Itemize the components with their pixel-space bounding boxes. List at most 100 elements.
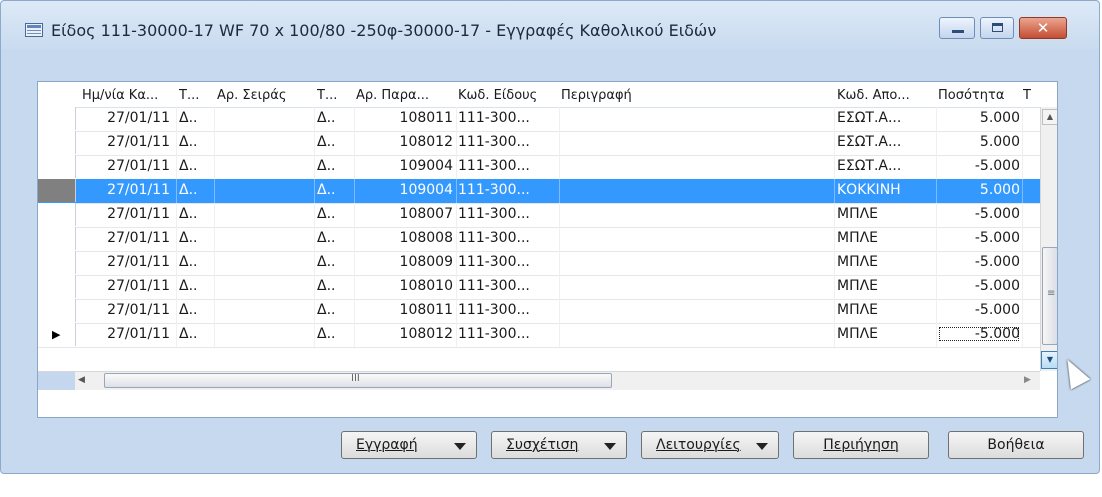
cell-quantity[interactable]: 5.000 [938,182,1020,198]
cell-location-code[interactable]: ΕΣΩΤ.Α... [837,158,935,174]
title-bar[interactable]: Είδος 111-30000-17 WF 70 x 100/80 -250φ-… [1,1,1099,49]
cell-document-no[interactable]: 108012 [356,134,453,150]
cell-document-type[interactable]: Δ.. [317,110,351,126]
cell-document-type[interactable]: Δ.. [317,134,351,150]
cell-posting-date[interactable]: 27/01/11 [82,278,170,294]
table-row[interactable]: 27/01/11 Δ.. Δ.. 109004 111-300... ΕΣΩΤ.Α... -… [38,155,1040,180]
cell-document-type[interactable]: Δ.. [317,326,351,342]
column-header-quantity[interactable]: Ποσότητα [938,88,1018,103]
cell-entry-type[interactable]: Δ.. [179,206,213,222]
cell-quantity[interactable]: -5.000 [938,158,1020,174]
ledger-entries-grid[interactable]: Ημ/νία Κα... Τ... Αρ. Σειράς Τ... Αρ. Πα… [37,81,1058,418]
cell-entry-type[interactable]: Δ.. [179,182,213,198]
column-header-document-no[interactable]: Αρ. Παρα... [356,88,456,103]
cell-posting-date[interactable]: 27/01/11 [82,110,170,126]
cell-document-type[interactable]: Δ.. [317,158,351,174]
cell-document-type[interactable]: Δ.. [317,278,351,294]
cell-document-type[interactable]: Δ.. [317,206,351,222]
row-selector[interactable] [38,179,76,202]
table-row[interactable]: 27/01/11 Δ.. Δ.. 109004 111-300... ΚΟΚΚΙΝΗ 5.0… [38,179,1040,204]
row-selector[interactable] [38,299,76,322]
cell-item-no[interactable]: 111-300... [458,206,558,222]
help-button[interactable]: Βοήθεια [948,431,1084,459]
cell-location-code[interactable]: ΕΣΩΤ.Α... [837,110,935,126]
cell-document-type[interactable]: Δ.. [317,230,351,246]
minimize-button[interactable] [939,17,975,39]
navigate-button[interactable]: Περιήγηση [793,431,929,459]
cell-location-code[interactable]: ΕΣΩΤ.Α... [837,134,935,150]
column-header-more[interactable]: Τ [1023,88,1037,103]
column-header-serial-no[interactable]: Αρ. Σειράς [217,88,312,103]
column-header-description[interactable]: Περιγραφή [561,88,661,103]
column-header-posting-date[interactable]: Ημ/νία Κα... [82,88,177,103]
cell-item-no[interactable]: 111-300... [458,158,558,174]
maximize-button[interactable] [980,17,1014,39]
column-header-location-code[interactable]: Κωδ. Απο... [837,88,937,103]
cell-document-no[interactable]: 108011 [356,110,453,126]
cell-item-no[interactable]: 111-300... [458,182,558,198]
cell-posting-date[interactable]: 27/01/11 [82,326,170,342]
cell-location-code[interactable]: ΜΠΛΕ [837,278,935,294]
cell-document-type[interactable]: Δ.. [317,302,351,318]
cell-quantity[interactable]: -5.000 [938,206,1020,222]
cell-location-code[interactable]: ΜΠΛΕ [837,206,935,222]
cell-entry-type[interactable]: Δ.. [179,158,213,174]
table-row[interactable]: ▶ 27/01/11 Δ.. Δ.. 108012 111-300... ΜΠΛΕ -5.00… [38,323,1040,348]
cell-quantity[interactable]: -5.000 [938,326,1020,342]
cell-item-no[interactable]: 111-300... [458,134,558,150]
cell-document-no[interactable]: 108012 [356,326,453,342]
cell-entry-type[interactable]: Δ.. [179,110,213,126]
cell-location-code[interactable]: ΜΠΛΕ [837,326,935,342]
column-header-document-type[interactable]: Τ... [317,88,351,103]
cell-posting-date[interactable]: 27/01/11 [82,302,170,318]
cell-document-no[interactable]: 108011 [356,302,453,318]
cell-posting-date[interactable]: 27/01/11 [82,134,170,150]
cell-item-no[interactable]: 111-300... [458,110,558,126]
cell-entry-type[interactable]: Δ.. [179,134,213,150]
row-selector[interactable] [38,155,76,178]
cell-location-code[interactable]: ΜΠΛΕ [837,302,935,318]
scroll-down-arrow-icon[interactable]: ▼ [1041,351,1057,369]
cell-posting-date[interactable]: 27/01/11 [82,254,170,270]
table-row[interactable]: 27/01/11 Δ.. Δ.. 108011 111-300... ΜΠΛΕ -5.000 [38,299,1040,324]
row-selector[interactable] [38,107,76,130]
row-selector[interactable] [38,251,76,274]
functions-menu-button[interactable]: Λειτουργίες [641,431,779,459]
cell-entry-type[interactable]: Δ.. [179,302,213,318]
cell-document-type[interactable]: Δ.. [317,254,351,270]
cell-entry-type[interactable]: Δ.. [179,230,213,246]
scroll-right-arrow-icon[interactable]: ▶ [1024,375,1031,385]
cell-posting-date[interactable]: 27/01/11 [82,230,170,246]
cell-quantity[interactable]: -5.000 [938,278,1020,294]
cell-posting-date[interactable]: 27/01/11 [82,182,170,198]
cell-location-code[interactable]: ΜΠΛΕ [837,254,935,270]
cell-document-type[interactable]: Δ.. [317,182,351,198]
horizontal-scrollbar[interactable]: ◀ III ▶ [38,371,1040,390]
table-row[interactable]: 27/01/11 Δ.. Δ.. 108011 111-300... ΕΣΩΤ.Α... 5… [38,107,1040,132]
cell-quantity[interactable]: 5.000 [938,134,1020,150]
cell-document-no[interactable]: 109004 [356,182,453,198]
cell-document-no[interactable]: 108008 [356,230,453,246]
row-selector[interactable] [38,275,76,298]
cell-item-no[interactable]: 111-300... [458,230,558,246]
table-row[interactable]: 27/01/11 Δ.. Δ.. 108008 111-300... ΜΠΛΕ -5.000 [38,227,1040,252]
cell-location-code[interactable]: ΜΠΛΕ [837,230,935,246]
row-selector[interactable] [38,227,76,250]
horizontal-scroll-thumb[interactable]: III [104,373,612,388]
related-menu-button[interactable]: Συσχέτιση [491,431,627,459]
cell-document-no[interactable]: 108009 [356,254,453,270]
cell-item-no[interactable]: 111-300... [458,302,558,318]
table-row[interactable]: 27/01/11 Δ.. Δ.. 108007 111-300... ΜΠΛΕ -5.000 [38,203,1040,228]
cell-item-no[interactable]: 111-300... [458,278,558,294]
row-selector[interactable] [38,203,76,226]
cell-entry-type[interactable]: Δ.. [179,254,213,270]
cell-item-no[interactable]: 111-300... [458,254,558,270]
cell-quantity[interactable]: 5.000 [938,110,1020,126]
row-selector[interactable] [38,131,76,154]
cell-entry-type[interactable]: Δ.. [179,278,213,294]
table-row[interactable]: 27/01/11 Δ.. Δ.. 108010 111-300... ΜΠΛΕ -5.000 [38,275,1040,300]
cell-document-no[interactable]: 109004 [356,158,453,174]
column-header-entry-type[interactable]: Τ... [179,88,213,103]
table-row[interactable]: 27/01/11 Δ.. Δ.. 108012 111-300... ΕΣΩΤ.Α... 5… [38,131,1040,156]
column-header-item-no[interactable]: Κωδ. Είδους [458,88,560,103]
